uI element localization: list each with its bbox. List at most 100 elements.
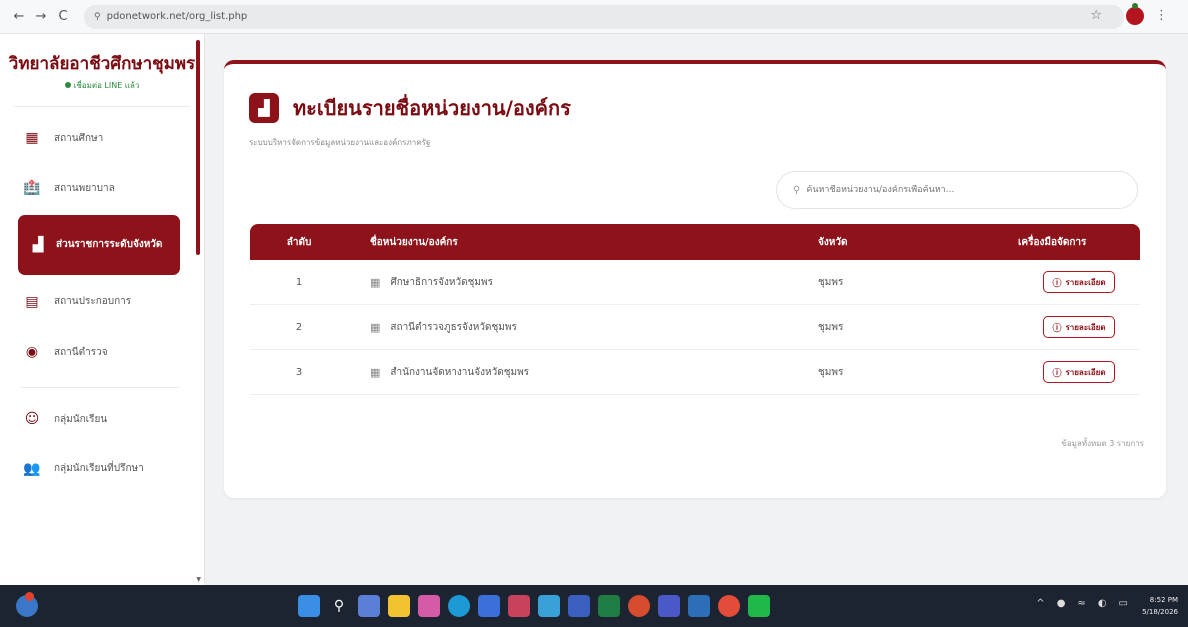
building-icon: ▦ bbox=[370, 320, 381, 334]
province: ชุมพร bbox=[818, 366, 844, 378]
org-name-cell: ▦ สถานีตำรวจภูธรจังหวัดชุมพร bbox=[348, 320, 778, 335]
row-number: 1 bbox=[295, 276, 303, 288]
sidebar-item-student-groups[interactable]: ☺ กลุ่มนักเรียน bbox=[20, 394, 180, 444]
table-row: 2 ▦ สถานีตำรวจภูธรจังหวัดชุมพร ชุมพร ⓘ ราย… bbox=[250, 305, 1140, 350]
org-name: สำนักงานจัดหางานจังหวัดชุมพร bbox=[390, 366, 530, 378]
row-number: 3 bbox=[295, 366, 303, 378]
search-icon: ⚲ bbox=[793, 184, 801, 196]
page-title: ทะเบียนรายชื่อหน่วยงาน/องค์กร bbox=[293, 96, 571, 120]
org-list-card: ▟ ทะเบียนรายชื่อหน่วยงาน/องค์กร ระบบบริห… bbox=[224, 60, 1166, 498]
edge-icon[interactable] bbox=[448, 595, 470, 617]
sidebar-item-police[interactable]: ◉ สถานีตำรวจ bbox=[20, 327, 180, 377]
sidebar-item-schools[interactable]: ▦ สถานศึกษา bbox=[20, 113, 180, 163]
sidebar-item-label: กลุ่มนักเรียน bbox=[54, 413, 108, 425]
page-subtitle: ระบบบริหารจัดการข้อมูลหน่วยงานและองค์กรภ… bbox=[249, 138, 431, 147]
sidebar-item-label: สถานประกอบการ bbox=[54, 296, 132, 307]
line-icon[interactable] bbox=[748, 595, 770, 617]
wifi-icon[interactable]: ≈ bbox=[1077, 598, 1085, 609]
building-icon: ▦ bbox=[25, 130, 39, 146]
app-tray-icon[interactable]: ● bbox=[1057, 598, 1066, 609]
smile-icon: ☺ bbox=[24, 411, 40, 427]
online-dot-icon bbox=[64, 82, 71, 88]
row-number: 2 bbox=[295, 321, 303, 333]
store-icon[interactable] bbox=[478, 595, 500, 617]
detail-button-label: รายละเอียด bbox=[1065, 277, 1106, 287]
explorer-icon[interactable] bbox=[388, 595, 410, 617]
windows-icon[interactable] bbox=[298, 595, 320, 617]
actions-cell: ⓘ รายละเอียด bbox=[1018, 361, 1140, 383]
taskbar: ⚲ ^ ● ≈ ◐ ▭ 8:52 PM 5/18/2026 bbox=[0, 585, 1188, 627]
actions-cell: ⓘ รายละเอียด bbox=[1018, 271, 1140, 293]
sidebar-item-hospitals[interactable]: 🏥 สถานพยาบาล bbox=[20, 163, 180, 213]
factory-icon: ▤ bbox=[25, 294, 39, 310]
org-table: ลำดับ ชื่อหน่วยงาน/องค์กร จังหวัด เครื่อ… bbox=[250, 224, 1140, 395]
photos-icon[interactable] bbox=[688, 595, 710, 617]
app-icon[interactable] bbox=[538, 595, 560, 617]
sidebar-menu: ▦ สถานศึกษา 🏥 สถานพยาบาล ▟ ส่วนราชการระด… bbox=[0, 113, 204, 494]
copilot-icon[interactable] bbox=[418, 595, 440, 617]
line-status-text: เชื่อมต่อ LINE แล้ว bbox=[73, 81, 140, 90]
building-icon: ▦ bbox=[370, 275, 381, 289]
chart-icon: ▟ bbox=[32, 237, 44, 253]
profile-avatar[interactable] bbox=[1126, 3, 1144, 25]
browser-menu-icon[interactable]: ⋮ bbox=[1155, 8, 1168, 23]
table-header: ลำดับ ชื่อหน่วยงาน/องค์กร จังหวัด เครื่อ… bbox=[250, 224, 1140, 260]
search-input[interactable] bbox=[806, 185, 1107, 195]
volume-icon[interactable]: ◐ bbox=[1098, 598, 1107, 609]
battery-icon[interactable]: ▭ bbox=[1119, 598, 1128, 609]
sidebar-item-businesses[interactable]: ▤ สถานประกอบการ bbox=[20, 277, 180, 327]
sidebar-scrollbar[interactable] bbox=[196, 40, 200, 255]
sidebar-item-label: สถานพยาบาล bbox=[54, 182, 115, 194]
scroll-down-arrow-icon[interactable]: ▼ bbox=[196, 576, 201, 583]
excel-icon[interactable] bbox=[598, 595, 620, 617]
back-button[interactable]: ← bbox=[8, 6, 30, 28]
province: ชุมพร bbox=[818, 276, 844, 288]
reload-button[interactable]: C bbox=[52, 6, 74, 28]
url-text: pdonetwork.net/org_list.php bbox=[106, 11, 248, 22]
shield-icon: ◉ bbox=[25, 344, 39, 360]
app-icon[interactable] bbox=[568, 595, 590, 617]
actions-cell: ⓘ รายละเอียด bbox=[1018, 316, 1140, 338]
province: ชุมพร bbox=[818, 321, 844, 333]
site-info-icon[interactable]: ⚲ bbox=[94, 12, 101, 22]
detail-button[interactable]: ⓘ รายละเอียด bbox=[1043, 316, 1115, 338]
clock-time: 8:52 PM bbox=[1149, 596, 1178, 604]
brand: วิทยาลัยอาชีวศึกษาชุมพร เชื่อมต่อ LINE แ… bbox=[0, 34, 204, 92]
header-name: ชื่อหน่วยงาน/องค์กร bbox=[370, 236, 458, 248]
clock-date: 5/18/2026 bbox=[1142, 608, 1178, 616]
browser-toolbar: ← → C ⚲ pdonetwork.net/org_list.php ☆ ⋮ bbox=[0, 0, 1188, 34]
teams-icon[interactable] bbox=[658, 595, 680, 617]
app-icon[interactable] bbox=[508, 595, 530, 617]
sidebar-item-provincial-agencies[interactable]: ▟ ส่วนราชการระดับจังหวัด bbox=[18, 215, 180, 275]
bookmark-star-icon[interactable]: ☆ bbox=[1090, 8, 1102, 23]
search-box[interactable]: ⚲ bbox=[776, 171, 1138, 209]
clock[interactable]: 8:52 PM 5/18/2026 bbox=[1142, 594, 1178, 618]
brand-title: วิทยาลัยอาชีวศึกษาชุมพร bbox=[8, 54, 196, 74]
main-content: ▟ ทะเบียนรายชื่อหน่วยงาน/องค์กร ระบบบริห… bbox=[206, 34, 1188, 585]
forward-button[interactable]: → bbox=[30, 6, 52, 28]
detail-button[interactable]: ⓘ รายละเอียด bbox=[1043, 271, 1115, 293]
weather-icon[interactable] bbox=[16, 592, 38, 617]
sidebar-item-advisee-groups[interactable]: 👥 กลุ่มนักเรียนที่ปรึกษา bbox=[20, 444, 180, 494]
chevron-up-icon[interactable]: ^ bbox=[1036, 598, 1044, 609]
app-icon[interactable] bbox=[628, 595, 650, 617]
detail-button[interactable]: ⓘ รายละเอียด bbox=[1043, 361, 1115, 383]
search-icon[interactable]: ⚲ bbox=[328, 595, 350, 617]
taskview-icon[interactable] bbox=[358, 595, 380, 617]
sidebar: ▼ วิทยาลัยอาชีวศึกษาชุมพร เชื่อมต่อ LINE… bbox=[0, 34, 205, 585]
org-name: สถานีตำรวจภูธรจังหวัดชุมพร bbox=[390, 321, 517, 333]
info-icon: ⓘ bbox=[1052, 368, 1062, 379]
address-bar[interactable]: ⚲ pdonetwork.net/org_list.php bbox=[84, 4, 1124, 29]
table-row: 3 ▦ สำนักงานจัดหางานจังหวัดชุมพร ชุมพร ⓘ ร… bbox=[250, 350, 1140, 395]
detail-button-label: รายละเอียด bbox=[1065, 322, 1106, 332]
detail-button-label: รายละเอียด bbox=[1065, 367, 1106, 377]
sidebar-item-label: ส่วนราชการระดับจังหวัด bbox=[56, 239, 163, 250]
users-icon: 👥 bbox=[23, 461, 41, 477]
chrome-icon[interactable] bbox=[718, 595, 740, 617]
org-name: ศึกษาธิการจังหวัดชุมพร bbox=[390, 276, 493, 288]
sidebar-item-label: สถานศึกษา bbox=[54, 132, 104, 144]
sidebar-divider bbox=[14, 106, 190, 107]
back-icon: ← bbox=[13, 9, 25, 24]
org-name-cell: ▦ สำนักงานจัดหางานจังหวัดชุมพร bbox=[348, 365, 778, 380]
line-status: เชื่อมต่อ LINE แล้ว bbox=[0, 79, 204, 92]
